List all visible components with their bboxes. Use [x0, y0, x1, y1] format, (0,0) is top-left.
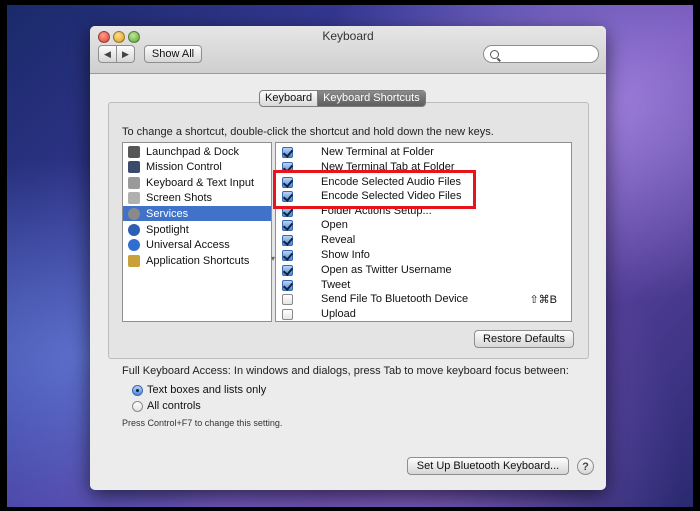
shortcut-label: Reveal	[321, 234, 356, 246]
navigation-buttons: ◀ ▶	[98, 45, 135, 63]
shortcut-row[interactable]: Upload	[276, 307, 571, 321]
category-item-screen-shots[interactable]: Screen Shots	[123, 190, 271, 205]
title-bar: Keyboard ◀ ▶ Show All	[90, 26, 606, 74]
keyboard-icon	[128, 176, 140, 189]
search-input[interactable]	[483, 45, 599, 63]
shortcut-row[interactable]: Reveal	[276, 233, 571, 248]
shortcut-label: Show Info	[321, 249, 370, 261]
shortcut-checkbox[interactable]	[282, 220, 293, 231]
shortcut-row[interactable]: Open	[276, 218, 571, 233]
radio-label: Text boxes and lists only	[147, 384, 267, 396]
mission-control-icon	[128, 160, 140, 173]
search-icon	[490, 49, 499, 59]
radio-all-controls[interactable]: All controls	[132, 399, 201, 413]
shortcut-label: Send File To Bluetooth Device	[321, 293, 469, 305]
radio-label: All controls	[147, 400, 201, 412]
app-shortcuts-icon	[128, 254, 140, 267]
category-label: Services	[146, 207, 189, 220]
launchpad-icon	[128, 145, 140, 158]
full-keyboard-access-label: Full Keyboard Access: In windows and dia…	[122, 365, 569, 377]
universal-access-icon	[128, 238, 140, 251]
show-all-button[interactable]: Show All	[144, 45, 202, 63]
shortcut-checkbox[interactable]	[282, 147, 293, 158]
back-button[interactable]: ◀	[99, 46, 116, 62]
setup-bluetooth-keyboard-button[interactable]: Set Up Bluetooth Keyboard...	[407, 457, 569, 475]
shortcut-row[interactable]: Open as Twitter Username	[276, 263, 571, 278]
radio-button[interactable]	[132, 400, 143, 412]
category-item-services[interactable]: Services	[123, 206, 271, 221]
shortcut-row[interactable]: Tweet	[276, 278, 571, 293]
category-label: Launchpad & Dock	[146, 145, 239, 158]
screenshot-icon	[128, 191, 140, 204]
shortcut-checkbox[interactable]	[282, 250, 293, 261]
category-label: Screen Shots	[146, 191, 213, 204]
control-f7-hint: Press Control+F7 to change this setting.	[122, 418, 283, 428]
help-button[interactable]: ?	[577, 458, 594, 475]
tab-bar: Keyboard Keyboard Shortcuts	[259, 90, 426, 107]
category-label: Mission Control	[146, 160, 222, 173]
category-label: Spotlight	[146, 223, 189, 236]
radio-text-boxes-lists[interactable]: Text boxes and lists only	[132, 383, 266, 397]
shortcut-label: Open	[321, 219, 348, 231]
shortcut-checkbox[interactable]	[282, 309, 293, 320]
gear-icon	[128, 207, 140, 220]
category-item-spotlight[interactable]: Spotlight	[123, 222, 271, 237]
forward-button[interactable]: ▶	[116, 46, 134, 62]
category-item-launchpad-dock[interactable]: Launchpad & Dock	[123, 144, 271, 159]
radio-button[interactable]	[132, 384, 143, 396]
keyboard-preferences-window: Keyboard ◀ ▶ Show All Keyboard Keyboard …	[90, 26, 606, 490]
restore-defaults-button[interactable]: Restore Defaults	[474, 330, 574, 348]
category-list: Launchpad & Dock Mission Control Keyboar…	[122, 142, 272, 322]
shortcut-checkbox[interactable]	[282, 280, 293, 291]
shortcut-label: New Terminal at Folder	[321, 146, 434, 158]
spotlight-icon	[128, 223, 140, 236]
shortcut-checkbox[interactable]	[282, 265, 293, 276]
shortcut-label: Open as Twitter Username	[321, 264, 452, 276]
tab-keyboard-shortcuts[interactable]: Keyboard Shortcuts	[317, 91, 425, 106]
category-item-universal-access[interactable]: Universal Access	[123, 237, 271, 252]
shortcut-checkbox[interactable]	[282, 294, 293, 305]
shortcut-checkbox[interactable]	[282, 235, 293, 246]
shortcut-row[interactable]: New Terminal at Folder	[276, 145, 571, 160]
shortcut-list[interactable]: New Terminal at Folder New Terminal Tab …	[275, 142, 572, 322]
shortcut-key-combo[interactable]: ⇧⌘B	[529, 293, 557, 306]
instructions-text: To change a shortcut, double-click the s…	[122, 126, 494, 138]
shortcut-row[interactable]: Show Info	[276, 248, 571, 263]
category-item-application-shortcuts[interactable]: Application Shortcuts	[123, 253, 271, 268]
category-label: Keyboard & Text Input	[146, 176, 255, 189]
category-item-mission-control[interactable]: Mission Control	[123, 159, 271, 174]
category-item-keyboard-text-input[interactable]: Keyboard & Text Input	[123, 175, 271, 190]
tab-keyboard[interactable]: Keyboard	[260, 91, 317, 106]
shortcut-label: Tweet	[321, 279, 351, 291]
shortcut-row[interactable]: Send File To Bluetooth Device ⇧⌘B	[276, 292, 571, 307]
category-label: Application Shortcuts	[146, 254, 250, 267]
annotation-highlight-box	[273, 170, 476, 209]
shortcut-label: Upload	[321, 308, 356, 320]
category-label: Universal Access	[146, 238, 230, 251]
window-title: Keyboard	[322, 29, 374, 43]
